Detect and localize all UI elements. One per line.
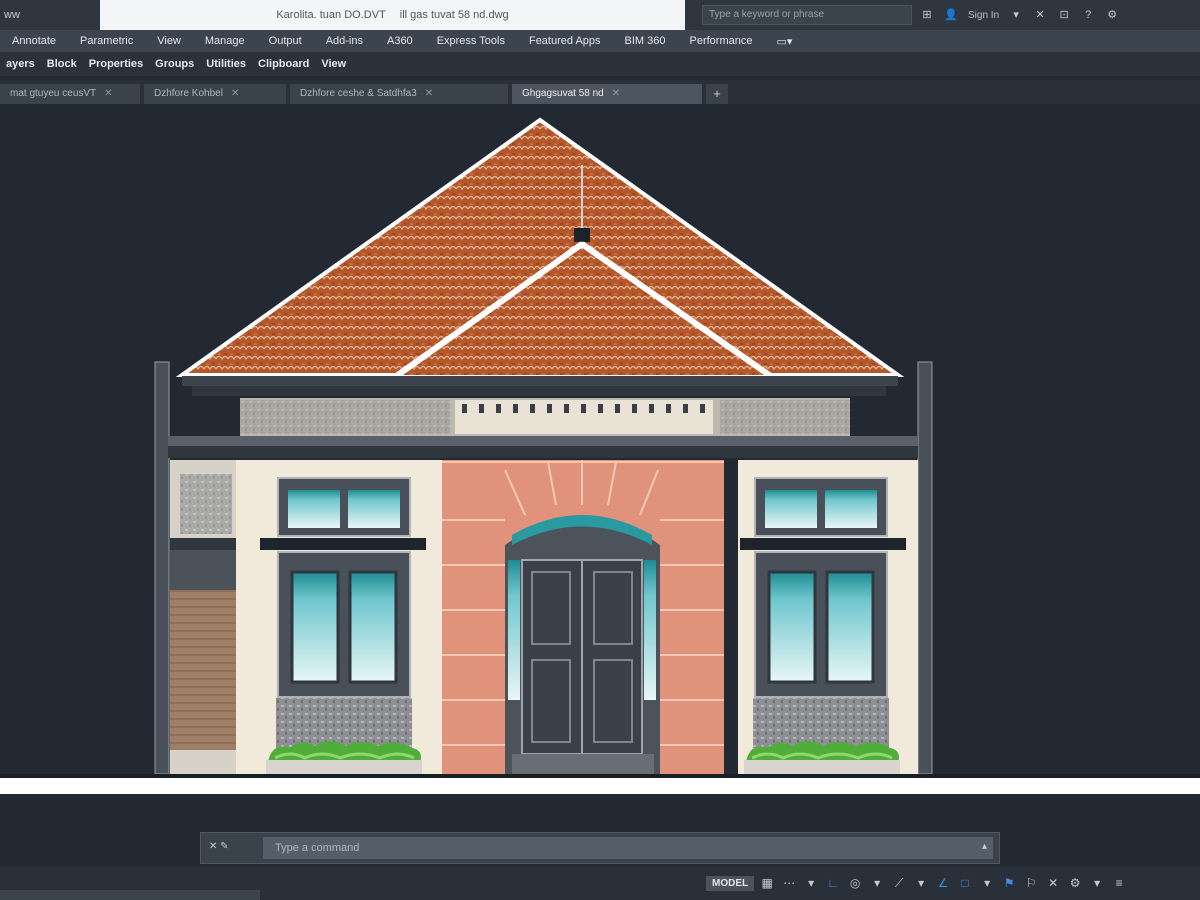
annotation-visibility-icon[interactable]: ⚐: [1022, 874, 1040, 892]
document-name: ill gas tuvat 58 nd.dwg: [399, 9, 509, 21]
doc-tab-label: Ghgagsuvat 58 nd: [522, 88, 604, 99]
title-right-tools: ⊞ 👤 Sign In ▾ ✕ ⊡ ? ⚙: [920, 0, 1119, 30]
snap-icon[interactable]: ⋯: [780, 874, 798, 892]
panel-block[interactable]: Block: [41, 58, 83, 70]
add-tab-button[interactable]: +: [706, 84, 728, 104]
close-icon[interactable]: ✕: [612, 84, 620, 104]
annotation-scale-icon[interactable]: ⚑: [1000, 874, 1018, 892]
sign-in-button[interactable]: Sign In: [968, 10, 999, 21]
left-extension-panel: [170, 550, 236, 590]
window-left: [260, 477, 426, 748]
settings-icon[interactable]: ⚙: [1105, 8, 1119, 22]
tab-manage[interactable]: Manage: [193, 35, 257, 47]
beam-shadow: [168, 446, 918, 458]
drawing-canvas[interactable]: [0, 104, 1200, 830]
user-icon[interactable]: 👤: [944, 8, 958, 22]
tab-parametric[interactable]: Parametric: [68, 35, 145, 47]
window-title: Karolita. tuan DO.DVT ill gas tuvat 58 n…: [100, 0, 685, 30]
doc-tab[interactable]: Dzhfore ceshe & Satdhfa3 ✕: [290, 84, 508, 104]
window-right: [740, 477, 906, 748]
left-extension-louver: [170, 590, 236, 750]
frieze-stone-left: [240, 400, 450, 434]
roof-fascia-lower: [192, 386, 886, 396]
isometric-icon[interactable]: ⟋: [890, 874, 908, 892]
search-input[interactable]: Type a keyword or phrase: [702, 5, 912, 25]
tab-output[interactable]: Output: [257, 35, 314, 47]
panel-utilities[interactable]: Utilities: [200, 58, 252, 70]
doc-tab[interactable]: mat gtuyeu ceusVT ✕: [0, 84, 140, 104]
command-input[interactable]: Type a command: [263, 837, 993, 859]
doc-tab[interactable]: Dzhfore Kohbel ✕: [144, 84, 286, 104]
object-snap-tracking-icon[interactable]: ∠: [934, 874, 952, 892]
house-elevation-drawing: [0, 117, 1200, 794]
tab-add-ins[interactable]: Add-ins: [314, 35, 375, 47]
app-menu-button[interactable]: ww: [0, 0, 96, 30]
cart-icon[interactable]: ⊡: [1057, 8, 1071, 22]
doc-tab-label: mat gtuyeu ceusVT: [10, 88, 97, 99]
customize-icon[interactable]: ≡: [1110, 874, 1128, 892]
tab-annotate[interactable]: Annotate: [0, 35, 68, 47]
tab-bim-360[interactable]: BIM 360: [613, 35, 678, 47]
ground-shadow: [0, 774, 1200, 778]
tab-a360[interactable]: A360: [375, 35, 425, 47]
chevron-down-icon[interactable]: ▾: [868, 874, 886, 892]
corner-post-left: [154, 361, 170, 775]
doc-tab-label: Dzhfore ceshe & Satdhfa3: [300, 88, 417, 99]
ortho-icon[interactable]: ∟: [824, 874, 842, 892]
doc-tab-active[interactable]: Ghgagsuvat 58 nd ✕: [512, 84, 702, 104]
ground-line: [0, 778, 1200, 794]
ribbon-panel-titles: ayers Block Properties Groups Utilities …: [0, 52, 1200, 76]
panel-properties[interactable]: Properties: [83, 58, 149, 70]
help-icon[interactable]: ?: [1081, 8, 1095, 22]
ribbon-toggle-icon[interactable]: ▭▾: [764, 35, 804, 48]
chevron-down-icon[interactable]: ▾: [912, 874, 930, 892]
chevron-down-icon[interactable]: ▾: [978, 874, 996, 892]
polar-tracking-icon[interactable]: ◎: [846, 874, 864, 892]
object-snap-icon[interactable]: □: [956, 874, 974, 892]
finial-cap: [574, 228, 590, 242]
close-icon[interactable]: ✕: [425, 84, 433, 104]
command-line-close[interactable]: ✕ ✎: [209, 841, 235, 855]
document-tabs: mat gtuyeu ceusVT ✕ Dzhfore Kohbel ✕ Dzh…: [0, 80, 1200, 104]
exchange-icon[interactable]: ✕: [1033, 8, 1047, 22]
layout-tabs[interactable]: [0, 890, 260, 900]
status-bar: MODEL ▦ ⋯ ▾ ∟ ◎ ▾ ⟋ ▾ ∠ □ ▾ ⚑ ⚐ ✕ ⚙ ▾ ≡: [0, 866, 1200, 900]
model-space-button[interactable]: MODEL: [706, 875, 755, 891]
tab-express-tools[interactable]: Express Tools: [425, 35, 517, 47]
command-line: ✕ ✎ Type a command ▴: [200, 832, 1000, 864]
panel-groups[interactable]: Groups: [149, 58, 200, 70]
tab-performance[interactable]: Performance: [678, 35, 765, 47]
status-tools: MODEL ▦ ⋯ ▾ ∟ ◎ ▾ ⟋ ▾ ∠ □ ▾ ⚑ ⚐ ✕ ⚙ ▾ ≡: [706, 870, 1128, 896]
title-bar: ww Karolita. tuan DO.DVT ill gas tuvat 5…: [0, 0, 1200, 30]
left-extension-ledge: [170, 538, 236, 550]
frieze-stone-right: [720, 400, 850, 434]
binoculars-icon[interactable]: ⊞: [920, 8, 934, 22]
panel-layers[interactable]: ayers: [0, 58, 41, 70]
panel-view[interactable]: View: [315, 58, 352, 70]
doc-tab-label: Dzhfore Kohbel: [154, 88, 223, 99]
grid-icon[interactable]: ▦: [758, 874, 776, 892]
close-icon[interactable]: ✕: [104, 84, 112, 104]
chevron-down-icon[interactable]: ▾: [1088, 874, 1106, 892]
close-icon[interactable]: ✕: [231, 84, 239, 104]
beam: [168, 436, 918, 446]
tab-view[interactable]: View: [145, 35, 193, 47]
infer-constraints-icon[interactable]: ▾: [802, 874, 820, 892]
left-extension-stone: [180, 474, 232, 534]
roof-fascia: [182, 376, 898, 386]
ribbon-tabs: Annotate Parametric View Manage Output A…: [0, 30, 1200, 52]
panel-clipboard[interactable]: Clipboard: [252, 58, 315, 70]
workspace-icon[interactable]: ⚙: [1066, 874, 1084, 892]
chevron-up-icon[interactable]: ▴: [982, 841, 987, 852]
auto-scale-icon[interactable]: ✕: [1044, 874, 1062, 892]
chevron-down-icon[interactable]: ▾: [1009, 8, 1023, 22]
tab-featured-apps[interactable]: Featured Apps: [517, 35, 613, 47]
corner-post-right: [917, 361, 933, 775]
dentils: [462, 404, 705, 413]
front-door: [508, 559, 656, 774]
file-name: Karolita. tuan DO.DVT: [276, 9, 386, 21]
